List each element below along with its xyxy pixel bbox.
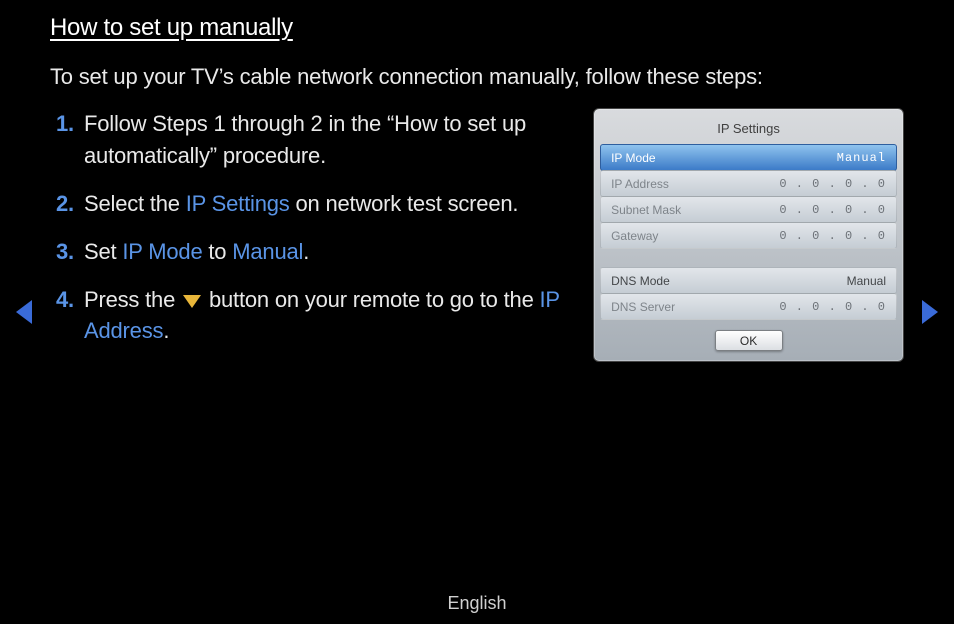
keyword-manual: Manual [232,239,303,264]
subnet-mask-row[interactable]: Subnet Mask 0 . 0 . 0 . 0 [600,196,897,223]
row-label: IP Address [611,177,669,191]
footer-language: English [0,593,954,614]
step-4: Press the button on your remote to go to… [56,284,593,348]
step-1: Follow Steps 1 through 2 in the “How to … [56,108,593,172]
row-value: 0 . 0 . 0 . 0 [779,203,886,217]
nav-next-icon[interactable] [922,300,938,324]
step-text: Press the [84,287,181,312]
steps-list: Follow Steps 1 through 2 in the “How to … [50,108,593,363]
step-text: Set [84,239,122,264]
step-text: . [163,318,169,343]
row-label: Subnet Mask [611,203,681,217]
ip-mode-row[interactable]: IP Mode Manual [600,144,897,171]
step-3: Set IP Mode to Manual. [56,236,593,268]
step-text: on network test screen. [290,191,519,216]
ip-settings-panel: IP Settings IP Mode Manual IP Address 0 … [593,108,904,362]
panel-title: IP Settings [600,117,897,144]
down-arrow-icon [183,295,201,308]
nav-prev-icon[interactable] [16,300,32,324]
row-value: 0 . 0 . 0 . 0 [779,300,886,314]
step-text: Select the [84,191,186,216]
step-text: . [303,239,309,264]
row-label: IP Mode [611,151,655,165]
row-value: 0 . 0 . 0 . 0 [779,229,886,243]
keyword-ip-mode: IP Mode [122,239,202,264]
ip-address-row[interactable]: IP Address 0 . 0 . 0 . 0 [600,170,897,197]
page-title: How to set up manually [50,14,904,42]
step-text: button on your remote to go to the [203,287,539,312]
ok-button[interactable]: OK [715,330,783,351]
dns-server-row[interactable]: DNS Server 0 . 0 . 0 . 0 [600,293,897,320]
step-text: to [202,239,232,264]
row-value: 0 . 0 . 0 . 0 [779,177,886,191]
row-value: Manual [837,151,886,165]
step-2: Select the IP Settings on network test s… [56,188,593,220]
row-label: DNS Server [611,300,675,314]
row-label: Gateway [611,229,658,243]
gateway-row[interactable]: Gateway 0 . 0 . 0 . 0 [600,222,897,249]
row-value: Manual [847,274,886,288]
row-label: DNS Mode [611,274,670,288]
step-text: Follow Steps 1 through 2 in the “How to … [84,111,526,168]
keyword-ip-settings: IP Settings [186,191,290,216]
dns-mode-row[interactable]: DNS Mode Manual [600,267,897,294]
intro-text: To set up your TV’s cable network connec… [50,64,904,90]
